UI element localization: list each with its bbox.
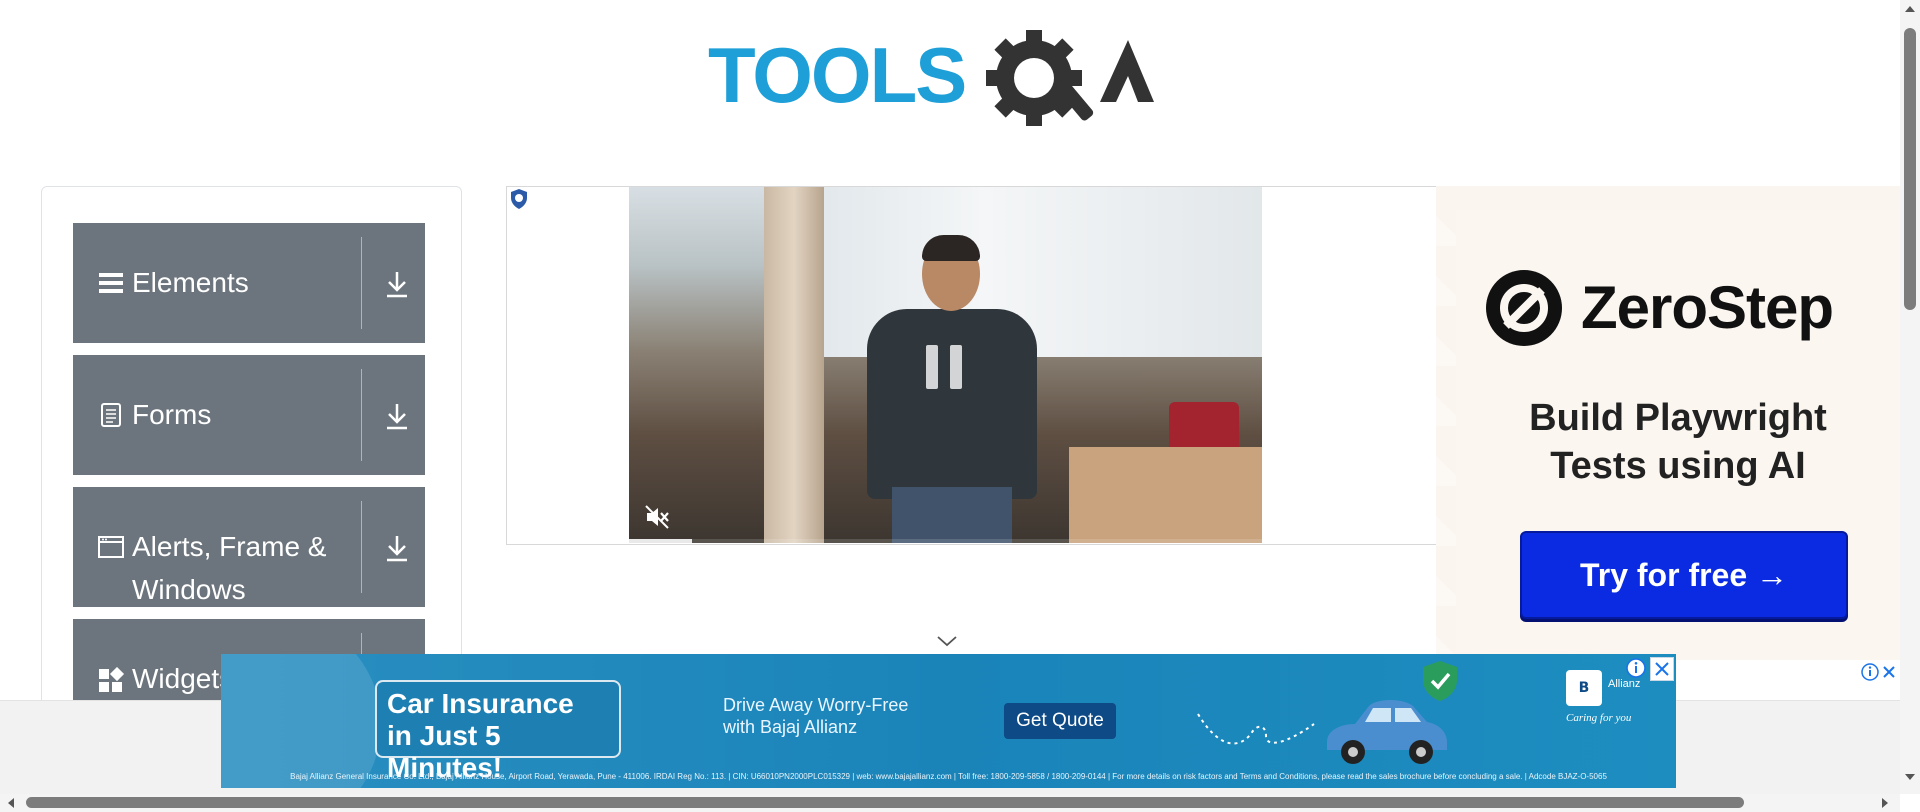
document-icon xyxy=(101,403,121,427)
zerostep-headline: Build Playwright Tests using AI xyxy=(1529,397,1827,487)
zerostep-logo-icon xyxy=(1486,270,1562,346)
ad-swoosh xyxy=(221,654,381,788)
sidebar-group-label: Widgets xyxy=(132,663,234,694)
sidebar-group-label: Alerts, Frame & Windows xyxy=(132,531,327,605)
video-desk xyxy=(1069,447,1262,543)
scroll-up-icon[interactable] xyxy=(1903,4,1917,14)
hamburger-icon xyxy=(99,273,123,293)
ad-info-icon[interactable] xyxy=(1625,657,1647,679)
scroll-left-icon[interactable] xyxy=(6,796,16,810)
bajaj-banner-ad[interactable]: Car Insurance in Just 5 Minutes! Drive A… xyxy=(221,654,1676,788)
car-insurance-headline: Car Insurance in Just 5 Minutes! xyxy=(375,680,621,783)
sidebar-group-forms[interactable]: Forms xyxy=(73,355,425,475)
divider xyxy=(361,501,362,593)
divider xyxy=(361,237,362,329)
sidebar-group-alerts-frame-windows[interactable]: Alerts, Frame & Windows xyxy=(73,487,425,607)
download-icon[interactable] xyxy=(384,533,410,563)
ad-info-icon[interactable] xyxy=(1860,662,1880,682)
chevron-down-icon[interactable] xyxy=(935,633,959,649)
ad-tagline: with Bajaj Allianz xyxy=(723,717,858,737)
scroll-right-icon[interactable] xyxy=(1880,796,1890,810)
horizontal-scrollbar-thumb[interactable] xyxy=(26,797,1744,808)
sidebar-group-elements[interactable]: Elements xyxy=(73,223,425,343)
ad-close-icon[interactable] xyxy=(1650,657,1674,681)
try-for-free-button[interactable]: Try for free → xyxy=(1520,531,1848,619)
video-progress-fill xyxy=(629,539,693,543)
ad-disclaimer: Bajaj Allianz General Insurance Co. Ltd.… xyxy=(290,772,1607,781)
sidebar-group-label: Forms xyxy=(132,399,212,430)
video-pillar xyxy=(764,187,824,543)
window-icon xyxy=(98,536,124,558)
video-player[interactable] xyxy=(629,187,1262,543)
download-icon[interactable] xyxy=(384,269,410,299)
vertical-scrollbar-thumb[interactable] xyxy=(1904,28,1916,310)
mute-icon[interactable] xyxy=(643,503,671,531)
widgets-icon xyxy=(99,667,125,692)
download-icon[interactable] xyxy=(384,401,410,431)
car-icon xyxy=(1327,700,1447,764)
ad-tagline: Drive Away Worry-Free xyxy=(723,695,909,715)
scroll-down-icon[interactable] xyxy=(1903,772,1917,782)
video-progress-bar[interactable] xyxy=(629,539,1262,543)
shield-check-icon xyxy=(1423,661,1457,701)
get-quote-button[interactable]: Get Quote xyxy=(1004,703,1116,739)
zerostep-brand: ZeroStep xyxy=(1581,274,1834,341)
zerostep-ad[interactable]: ZeroStep Build Playwright Tests using AI… xyxy=(1436,186,1900,660)
privacy-shield-icon[interactable] xyxy=(509,188,529,210)
pause-icon[interactable] xyxy=(926,345,966,389)
sidebar-group-label: Elements xyxy=(132,267,249,298)
bajaj-allianz-logo: B Allianz Caring for you xyxy=(1566,670,1656,730)
svg-text:TOOLS: TOOLS xyxy=(708,31,965,119)
dotted-path-icon xyxy=(1197,713,1315,745)
toolsqa-logo[interactable]: TOOLS xyxy=(708,22,1194,134)
video-presenter xyxy=(867,235,1037,543)
ad-close-icon[interactable] xyxy=(1882,662,1896,682)
divider xyxy=(361,369,362,461)
